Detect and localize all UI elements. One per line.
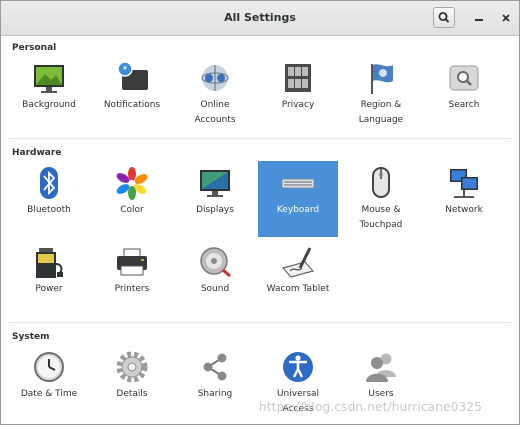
- section-divider: [9, 138, 511, 139]
- tile-label: Keyboard: [276, 205, 320, 215]
- network-icon: [450, 169, 478, 198]
- tile-label: Sharing: [197, 389, 233, 399]
- sound-icon: [200, 247, 231, 278]
- users-icon: [366, 353, 396, 382]
- watermark-text: https://blog.csdn.net/hurricane0325: [259, 400, 483, 414]
- background-icon: [34, 65, 64, 93]
- minimize-icon: [475, 19, 483, 21]
- tile-label: Notifications: [103, 100, 161, 110]
- tile-keyboard[interactable]: Keyboard: [258, 161, 338, 237]
- printer-icon: [117, 248, 147, 276]
- tile-bluetooth[interactable]: Bluetooth: [9, 161, 89, 237]
- tile-label: Power: [35, 284, 63, 294]
- section-title-personal: Personal: [12, 43, 57, 53]
- privacy-icon: [285, 64, 311, 92]
- tile-label: Details: [116, 389, 148, 399]
- tile-search[interactable]: Search: [424, 56, 504, 132]
- tile-network[interactable]: Network: [424, 161, 504, 237]
- wacom-tablet-icon: [281, 247, 315, 278]
- displays-icon: [200, 170, 230, 197]
- close-icon: [502, 14, 510, 22]
- settings-grid: Personal Background * Notifications Onli…: [1, 36, 519, 424]
- tile-label: Bluetooth: [27, 205, 71, 215]
- header-bar: All Settings: [1, 1, 519, 36]
- tile-label: Mouse & Touchpad: [359, 205, 403, 230]
- tile-printers[interactable]: Printers: [92, 240, 172, 316]
- tile-label: Printers: [114, 284, 150, 294]
- power-icon: [36, 248, 63, 278]
- tile-details[interactable]: Details: [92, 345, 172, 421]
- tile-displays[interactable]: Displays: [175, 161, 255, 237]
- search-settings-icon: [449, 65, 479, 91]
- section-title-system: System: [12, 332, 50, 342]
- tile-sound[interactable]: Sound: [175, 240, 255, 316]
- settings-window: All Settings Personal Background * Notif…: [0, 0, 520, 425]
- close-button[interactable]: [496, 8, 516, 28]
- gear-icon: [116, 351, 148, 383]
- tile-label: Date & Time: [20, 389, 78, 399]
- tile-power[interactable]: Power: [9, 240, 89, 316]
- minimize-button[interactable]: [469, 8, 489, 28]
- keyboard-icon: [281, 178, 315, 189]
- search-icon: [438, 12, 450, 23]
- tile-label: Wacom Tablet: [266, 284, 330, 294]
- tile-label: Online Accounts: [194, 100, 236, 125]
- search-button[interactable]: [433, 7, 455, 28]
- tile-wacom-tablet[interactable]: Wacom Tablet: [258, 240, 338, 316]
- tile-background[interactable]: Background: [9, 56, 89, 132]
- tile-mouse-touchpad[interactable]: Mouse & Touchpad: [341, 161, 421, 237]
- online-accounts-icon: [201, 65, 229, 91]
- tile-label: Search: [448, 100, 480, 110]
- tile-label: Color: [120, 205, 144, 215]
- tile-label: Region & Language: [358, 100, 404, 125]
- clock-icon: [34, 352, 64, 382]
- tile-region-language[interactable]: Region & Language: [341, 56, 421, 132]
- svg-text:*: *: [123, 65, 128, 76]
- tile-sharing[interactable]: Sharing: [175, 345, 255, 421]
- share-icon: [203, 353, 227, 381]
- tile-label: Network: [445, 205, 483, 215]
- tile-label: Sound: [200, 284, 230, 294]
- universal-access-icon: [283, 352, 313, 382]
- mouse-icon: [372, 167, 390, 198]
- tile-color[interactable]: Color: [92, 161, 172, 237]
- bluetooth-icon: [40, 167, 58, 199]
- tile-notifications[interactable]: * Notifications: [92, 56, 172, 132]
- tile-label: Background: [22, 100, 76, 110]
- section-title-hardware: Hardware: [12, 148, 62, 158]
- notifications-icon: *: [117, 61, 148, 90]
- color-icon: [116, 167, 148, 200]
- tile-label: Privacy: [281, 100, 315, 110]
- section-divider: [9, 322, 511, 323]
- region-flag-icon: [371, 64, 393, 94]
- tile-online-accounts[interactable]: Online Accounts: [175, 56, 255, 132]
- tile-privacy[interactable]: Privacy: [258, 56, 338, 132]
- tile-label: Displays: [196, 205, 234, 215]
- tile-date-time[interactable]: Date & Time: [9, 345, 89, 421]
